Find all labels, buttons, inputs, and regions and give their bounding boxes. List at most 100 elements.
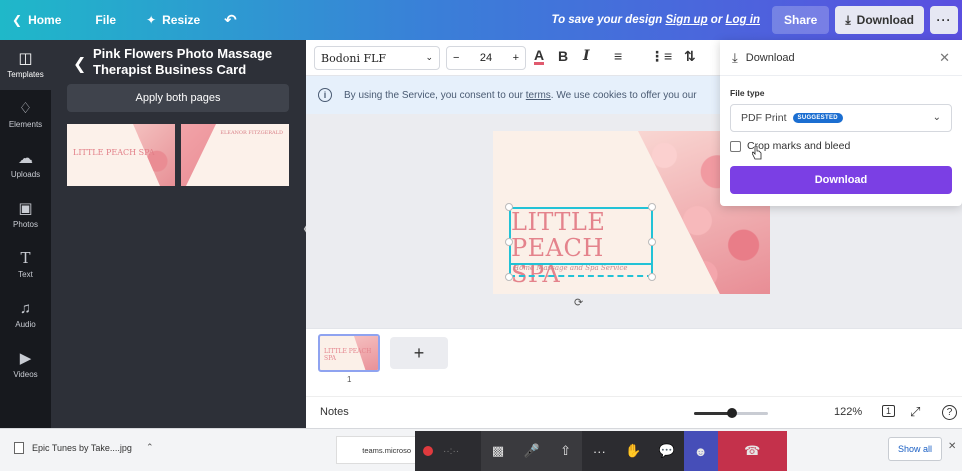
file-type-select[interactable]: PDF Print SUGGESTED ⌄: [730, 104, 952, 132]
side-rail: ◫ Templates ♢ Elements ☁ Uploads ▣ Photo…: [0, 40, 51, 428]
close-icon[interactable]: ✕: [948, 441, 956, 452]
rail-templates[interactable]: ◫ Templates: [0, 40, 51, 90]
timer-placeholder: ··:··: [443, 445, 460, 457]
fullscreen-icon[interactable]: ⤢: [910, 404, 920, 420]
italic-icon[interactable]: I: [583, 48, 590, 64]
cookie-text: By using the Service, you consent to our…: [344, 89, 697, 101]
top-bar: ❮ Home File ✦ Resize ↶ To save your desi…: [0, 0, 962, 40]
page-count-icon[interactable]: 1: [882, 405, 896, 417]
plus-icon[interactable]: +: [513, 52, 519, 64]
templates-icon: ◫: [18, 50, 33, 67]
spacing-icon[interactable]: ⇅: [684, 48, 696, 65]
chevron-down-icon: ⌄: [425, 53, 433, 63]
camera-off-button[interactable]: ▩: [481, 431, 515, 471]
text-color-icon[interactable]: A: [534, 48, 545, 65]
login-link[interactable]: Log in: [726, 14, 761, 26]
raise-hand-button[interactable]: ✋: [616, 431, 650, 471]
more-icon: ···: [592, 443, 606, 459]
notes-button[interactable]: Notes: [320, 406, 349, 418]
zoom-handle[interactable]: [727, 408, 737, 418]
home-button[interactable]: ❮ Home: [12, 13, 61, 27]
file-icon: [14, 442, 24, 454]
download-label: Download: [856, 13, 914, 27]
rotate-icon[interactable]: ⟳: [574, 296, 583, 309]
hand-icon: ✋: [625, 443, 642, 458]
more-options-button[interactable]: ···: [930, 6, 958, 34]
rail-videos[interactable]: ▶ Videos: [0, 340, 51, 390]
teams-tab[interactable]: teams.microso: [336, 436, 416, 464]
chat-button[interactable]: 💬: [650, 431, 684, 471]
more-actions-button[interactable]: ···: [582, 431, 616, 471]
thumb-name: ELEANOR FITZGERALD: [220, 130, 283, 136]
camera-off-icon: ▩: [491, 443, 505, 458]
page-thumb-title: LITTLE PEACH SPA: [324, 348, 372, 362]
chevron-down-icon: ⌄: [932, 112, 941, 123]
resize-handle[interactable]: [505, 273, 513, 281]
resize-label: Resize: [162, 13, 201, 27]
download-submit-button[interactable]: Download: [730, 166, 952, 194]
home-label: Home: [28, 13, 62, 27]
template-thumb-front[interactable]: LITTLE PEACH SPA: [67, 124, 175, 186]
mic-off-button[interactable]: 🎤: [514, 431, 549, 471]
terms-link[interactable]: terms: [526, 90, 551, 101]
download-icon: ⤓: [732, 49, 738, 65]
notes-bar: Notes 122% 1 ⤢ ?: [306, 396, 962, 428]
signup-link[interactable]: Sign up: [665, 14, 707, 26]
share-screen-button[interactable]: ⇧: [548, 431, 583, 471]
music-note-icon: ♫: [19, 300, 32, 317]
downloaded-file[interactable]: Epic Tunes by Take....jpg: [14, 442, 132, 454]
file-label: File: [95, 13, 117, 27]
zoom-value[interactable]: 122%: [834, 406, 862, 418]
share-button[interactable]: Share: [772, 6, 830, 34]
crop-marks-checkbox[interactable]: [730, 140, 741, 152]
show-all-button[interactable]: Show all: [888, 437, 942, 461]
phone-icon: ☎: [744, 443, 761, 458]
rail-audio[interactable]: ♫ Audio: [0, 290, 51, 340]
minus-icon[interactable]: −: [453, 52, 459, 64]
resize-handle[interactable]: [505, 203, 513, 211]
list-icon[interactable]: ⋮≡: [650, 48, 672, 65]
template-title: Pink Flowers Photo Massage Therapist Bus…: [93, 46, 273, 77]
resize-button[interactable]: ✦ Resize: [146, 13, 200, 27]
download-title: Download: [745, 51, 795, 64]
download-icon: ⤓: [845, 12, 851, 27]
resize-handle[interactable]: [505, 238, 513, 246]
participants-button[interactable]: ☻: [683, 431, 718, 471]
apply-both-pages-button[interactable]: Apply both pages: [67, 84, 289, 112]
share-screen-icon: ⇧: [560, 443, 572, 458]
record-button[interactable]: ··:··: [415, 431, 481, 471]
resize-handle[interactable]: [648, 273, 656, 281]
rail-text[interactable]: T Text: [0, 240, 51, 290]
hang-up-button[interactable]: ☎: [717, 431, 787, 471]
info-icon: i: [318, 88, 332, 102]
page-strip: LITTLE PEACH SPA 1 +: [306, 328, 962, 396]
chevron-up-icon[interactable]: ⌃: [146, 442, 154, 453]
font-size-stepper[interactable]: − 24 +: [446, 46, 526, 70]
text-icon: T: [20, 249, 31, 267]
page-thumbnail[interactable]: LITTLE PEACH SPA: [318, 334, 380, 372]
align-icon[interactable]: ≡: [614, 48, 622, 64]
templates-panel: ❮ Pink Flowers Photo Massage Therapist B…: [51, 40, 306, 428]
resize-handle[interactable]: [648, 238, 656, 246]
back-icon[interactable]: ❮: [73, 54, 86, 74]
crop-marks-option[interactable]: Crop marks and bleed: [730, 140, 850, 152]
thumb-title: LITTLE PEACH SPA: [73, 148, 155, 157]
zoom-slider[interactable]: [694, 408, 768, 418]
template-thumb-back[interactable]: ELEANOR FITZGERALD: [181, 124, 289, 186]
bold-icon[interactable]: B: [558, 48, 568, 64]
resize-handle[interactable]: [648, 203, 656, 211]
photo-icon: ▣: [18, 200, 33, 217]
file-menu[interactable]: File: [95, 13, 116, 27]
close-icon[interactable]: ✕: [939, 50, 950, 66]
video-icon: ▶: [19, 350, 32, 367]
font-family-select[interactable]: Bodoni FLF ⌄: [314, 46, 440, 70]
undo-button[interactable]: ↶: [224, 11, 237, 29]
help-icon[interactable]: ?: [942, 405, 957, 420]
sparkle-icon: ✦: [146, 13, 157, 27]
add-page-button[interactable]: +: [390, 337, 448, 369]
rail-uploads[interactable]: ☁ Uploads: [0, 140, 51, 190]
download-button[interactable]: ⤓ Download: [835, 6, 924, 34]
rail-elements[interactable]: ♢ Elements: [0, 90, 51, 140]
rail-photos[interactable]: ▣ Photos: [0, 190, 51, 240]
font-size-value[interactable]: 24: [480, 52, 492, 64]
